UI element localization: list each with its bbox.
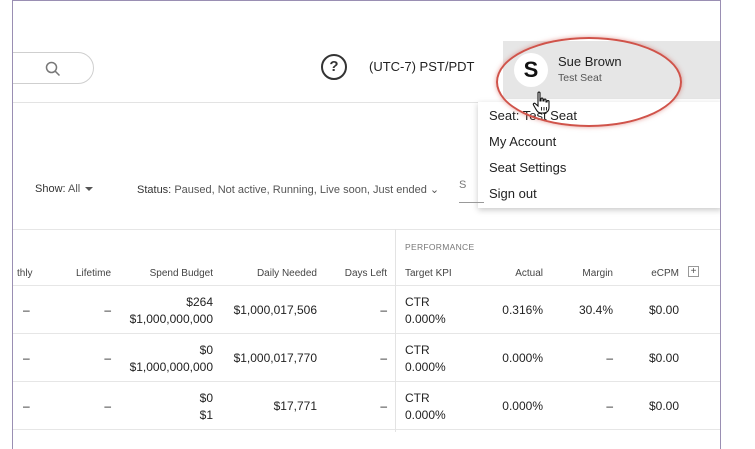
col-ecpm[interactable]: eCPM xyxy=(643,268,679,279)
table-search-input[interactable]: S xyxy=(459,175,484,203)
col-monthly[interactable]: thly xyxy=(17,268,33,279)
show-filter-value: All xyxy=(68,183,81,195)
avatar: S xyxy=(514,53,548,87)
cell-kpi-value: 0.000% xyxy=(405,408,446,422)
user-menu: Seat: Test Seat My Account Seat Settings… xyxy=(478,102,720,208)
row-divider xyxy=(13,381,720,382)
app-frame: ? (UTC-7) PST/PDT S Sue Brown Test Seat … xyxy=(12,0,721,449)
cell-daily-needed: $1,000,017,770 xyxy=(233,351,317,365)
col-spend-budget[interactable]: Spend Budget xyxy=(123,268,213,279)
menu-item-my-account[interactable]: My Account xyxy=(489,134,556,149)
search-icon xyxy=(45,61,61,77)
cell-spend-bottom: $1 xyxy=(199,408,213,422)
col-actual[interactable]: Actual xyxy=(483,268,543,279)
performance-group-header: PERFORMANCE xyxy=(405,242,475,252)
help-icon[interactable]: ? xyxy=(321,54,347,80)
performance-group-divider xyxy=(395,229,396,432)
cell-margin: – xyxy=(606,399,613,413)
row-divider xyxy=(13,429,720,430)
chevron-down-icon xyxy=(85,187,94,192)
cell-kpi-type: CTR xyxy=(405,391,430,405)
cell-days-left: – xyxy=(380,399,387,413)
cell-actual: 0.316% xyxy=(502,303,543,317)
cell-daily-needed: $17,771 xyxy=(273,399,317,413)
cell-kpi-value: 0.000% xyxy=(405,360,446,374)
timezone-selector[interactable]: (UTC-7) PST/PDT xyxy=(369,59,474,74)
show-filter-label: Show: xyxy=(35,183,66,195)
row-divider xyxy=(13,333,720,334)
cell-days-left: – xyxy=(380,303,387,317)
menu-item-sign-out[interactable]: Sign out xyxy=(489,186,537,201)
status-filter-label: Status: xyxy=(137,184,172,196)
cell-kpi-value: 0.000% xyxy=(405,312,446,326)
user-name: Sue Brown xyxy=(558,54,622,69)
cell-margin: – xyxy=(606,351,613,365)
add-column-button[interactable]: + xyxy=(688,266,699,277)
col-margin[interactable]: Margin xyxy=(563,268,613,279)
cell-kpi-type: CTR xyxy=(405,295,430,309)
chevron-down-icon: ⌄ xyxy=(426,184,440,196)
menu-item-seat-settings[interactable]: Seat Settings xyxy=(489,160,566,175)
cell-actual: 0.000% xyxy=(502,399,543,413)
cell-monthly: – xyxy=(23,351,30,365)
col-lifetime[interactable]: Lifetime xyxy=(63,268,111,279)
cell-spend-top: $0 xyxy=(199,391,213,405)
status-filter-value: Paused, Not active, Running, Live soon, … xyxy=(174,184,427,196)
cell-ecpm: $0.00 xyxy=(648,303,679,317)
cell-spend-bottom: $1,000,000,000 xyxy=(129,360,213,374)
cell-monthly: – xyxy=(23,399,30,413)
cell-ecpm: $0.00 xyxy=(648,351,679,365)
show-filter[interactable]: Show: All xyxy=(35,183,94,195)
user-seat: Test Seat xyxy=(558,72,602,84)
table-top-border xyxy=(13,229,720,230)
table-header-border xyxy=(13,285,720,286)
col-target-kpi[interactable]: Target KPI xyxy=(405,268,452,279)
search-input[interactable] xyxy=(13,52,94,84)
cell-days-left: – xyxy=(380,351,387,365)
hand-cursor-icon xyxy=(532,91,550,114)
col-daily-needed[interactable]: Daily Needed xyxy=(223,268,317,279)
cell-ecpm: $0.00 xyxy=(648,399,679,413)
col-days-left[interactable]: Days Left xyxy=(327,268,387,279)
cell-actual: 0.000% xyxy=(502,351,543,365)
status-filter[interactable]: Status: Paused, Not active, Running, Liv… xyxy=(137,183,439,196)
cell-kpi-type: CTR xyxy=(405,343,430,357)
cell-daily-needed: $1,000,017,506 xyxy=(233,303,317,317)
cell-margin: 30.4% xyxy=(578,303,613,317)
cell-spend-top: $264 xyxy=(186,295,213,309)
cell-spend-top: $0 xyxy=(199,343,213,357)
cell-spend-bottom: $1,000,000,000 xyxy=(129,312,213,326)
cell-monthly: – xyxy=(23,303,30,317)
